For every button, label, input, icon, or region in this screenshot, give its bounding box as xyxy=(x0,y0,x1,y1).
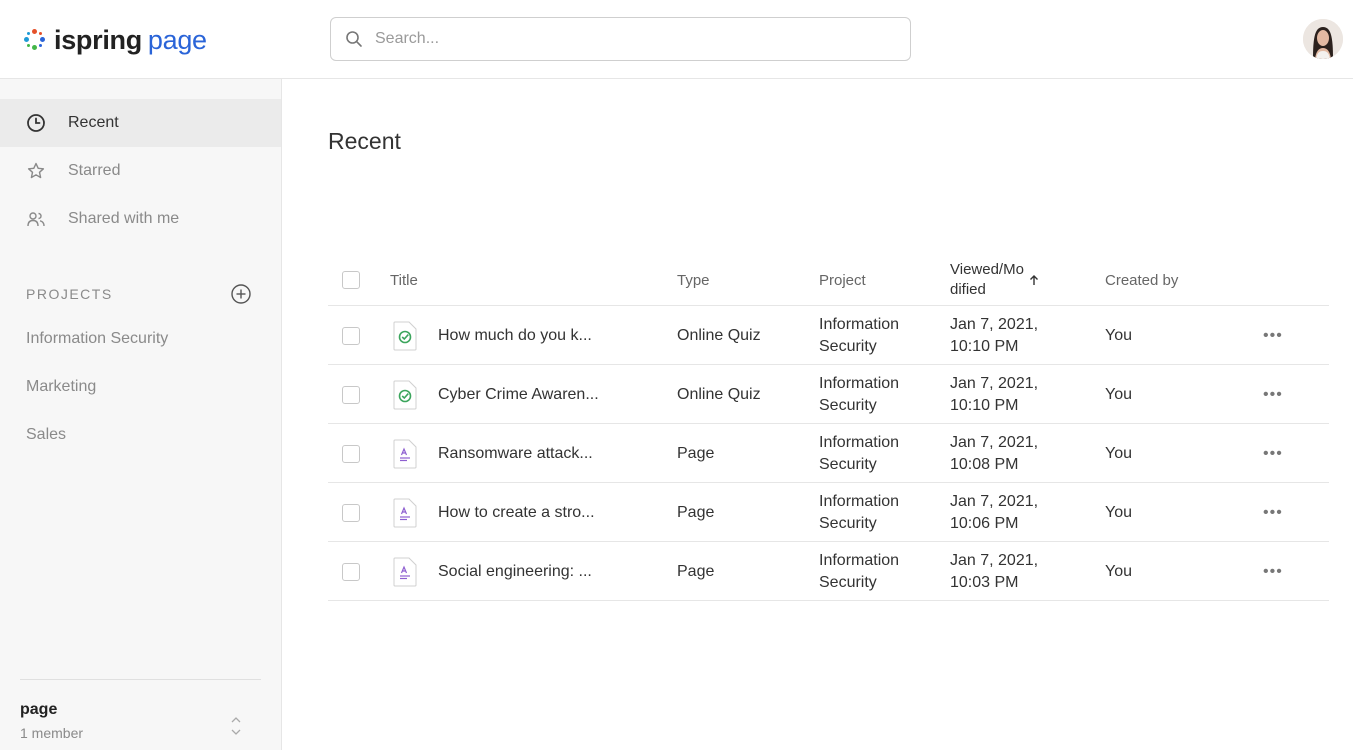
column-title[interactable]: Title xyxy=(390,254,418,306)
user-avatar[interactable] xyxy=(1303,19,1343,59)
table-row[interactable]: Ransomware attack... Page Information Se… xyxy=(328,424,1329,483)
table-row[interactable]: How much do you k... Online Quiz Informa… xyxy=(328,306,1329,365)
row-created-by: You xyxy=(1105,562,1132,580)
logo-mark-icon xyxy=(24,29,46,51)
row-more-button[interactable]: ••• xyxy=(1263,365,1283,424)
select-all-checkbox[interactable] xyxy=(342,271,360,289)
row-modified: Jan 7, 2021, 10:10 PM xyxy=(950,315,1039,355)
avatar-portrait-icon xyxy=(1303,19,1343,59)
workspace-name: page xyxy=(20,701,58,718)
search-box[interactable] xyxy=(330,17,911,61)
row-checkbox[interactable] xyxy=(342,562,360,581)
column-created-by[interactable]: Created by xyxy=(1105,254,1178,306)
page-icon xyxy=(393,498,417,527)
row-created-by: You xyxy=(1105,385,1132,403)
sidebar-project-sales[interactable]: Sales xyxy=(26,426,66,444)
row-more-button[interactable]: ••• xyxy=(1263,483,1283,542)
sidebar-item-shared-with-me[interactable]: Shared with me xyxy=(0,195,281,243)
row-title[interactable]: Ransomware attack... xyxy=(438,424,593,483)
column-type[interactable]: Type xyxy=(677,254,710,306)
chevron-up-down-icon xyxy=(231,717,241,735)
top-bar: ispring page xyxy=(0,0,1353,79)
workspace-members: 1 member xyxy=(20,725,84,741)
row-created-by: You xyxy=(1105,503,1132,521)
quiz-icon xyxy=(393,321,417,350)
row-type: Page xyxy=(677,444,715,462)
quiz-icon xyxy=(393,380,417,409)
column-viewed-modified-label: Viewed/Mo dified xyxy=(950,261,1024,298)
sort-arrow-up-icon xyxy=(1029,275,1038,285)
row-more-button[interactable]: ••• xyxy=(1263,424,1283,483)
row-modified: Jan 7, 2021, 10:06 PM xyxy=(950,492,1039,532)
row-modified: Jan 7, 2021, 10:03 PM xyxy=(950,551,1039,591)
projects-header: PROJECTS xyxy=(26,284,252,304)
sidebar-item-recent[interactable]: Recent xyxy=(0,99,281,147)
clock-icon xyxy=(26,113,46,133)
workspace-switcher[interactable]: page 1 member xyxy=(20,701,261,749)
row-project: Information Security xyxy=(819,433,900,473)
row-project: Information Security xyxy=(819,492,900,532)
sidebar-item-label: Shared with me xyxy=(68,210,180,227)
row-title[interactable]: How much do you k... xyxy=(438,306,592,365)
table-row[interactable]: Social engineering: ... Page Information… xyxy=(328,542,1329,601)
row-title[interactable]: Cyber Crime Awaren... xyxy=(438,365,599,424)
star-icon xyxy=(26,161,46,181)
add-project-icon[interactable] xyxy=(230,283,252,305)
sidebar-project-information-security[interactable]: Information Security xyxy=(26,330,168,348)
row-modified: Jan 7, 2021, 10:08 PM xyxy=(950,433,1039,473)
row-checkbox[interactable] xyxy=(342,503,360,522)
ispring-page-logo[interactable]: ispring page xyxy=(24,24,207,56)
sidebar-project-marketing[interactable]: Marketing xyxy=(26,378,96,396)
row-type: Page xyxy=(677,503,715,521)
people-icon xyxy=(26,209,46,229)
workspace-divider xyxy=(20,679,261,680)
row-project: Information Security xyxy=(819,551,900,591)
table-row[interactable]: Cyber Crime Awaren... Online Quiz Inform… xyxy=(328,365,1329,424)
row-checkbox[interactable] xyxy=(342,444,360,463)
row-more-button[interactable]: ••• xyxy=(1263,306,1283,365)
row-created-by: You xyxy=(1105,326,1132,344)
sidebar-item-label: Recent xyxy=(68,114,119,131)
page-title: Recent xyxy=(328,128,401,154)
row-type: Page xyxy=(677,562,715,580)
recent-files-table: Title Type Project Viewed/Mo dified Crea… xyxy=(328,254,1329,601)
row-title[interactable]: Social engineering: ... xyxy=(438,542,592,601)
page-icon xyxy=(393,439,417,468)
sidebar: Recent Starred Shared with me PROJECTS I… xyxy=(0,79,282,750)
row-type: Online Quiz xyxy=(677,385,761,403)
table-row[interactable]: How to create a stro... Page Information… xyxy=(328,483,1329,542)
row-checkbox[interactable] xyxy=(342,385,360,404)
row-project: Information Security xyxy=(819,315,900,355)
row-checkbox[interactable] xyxy=(342,326,360,345)
logo-word-page: page xyxy=(147,25,207,55)
page-icon xyxy=(393,557,417,586)
projects-heading: PROJECTS xyxy=(26,286,113,302)
column-project[interactable]: Project xyxy=(819,254,866,306)
search-input[interactable] xyxy=(375,30,875,48)
row-created-by: You xyxy=(1105,444,1132,462)
row-modified: Jan 7, 2021, 10:10 PM xyxy=(950,374,1039,414)
sidebar-item-label: Starred xyxy=(68,162,121,179)
row-type: Online Quiz xyxy=(677,326,761,344)
table-body: How much do you k... Online Quiz Informa… xyxy=(328,306,1329,601)
sidebar-item-starred[interactable]: Starred xyxy=(0,147,281,195)
search-icon xyxy=(346,31,362,47)
row-more-button[interactable]: ••• xyxy=(1263,542,1283,601)
row-project: Information Security xyxy=(819,374,900,414)
logo-word-ispring: ispring xyxy=(54,25,142,55)
table-header: Title Type Project Viewed/Mo dified Crea… xyxy=(328,254,1329,306)
row-title[interactable]: How to create a stro... xyxy=(438,483,595,542)
column-viewed-modified[interactable]: Viewed/Mo dified xyxy=(950,254,1040,306)
